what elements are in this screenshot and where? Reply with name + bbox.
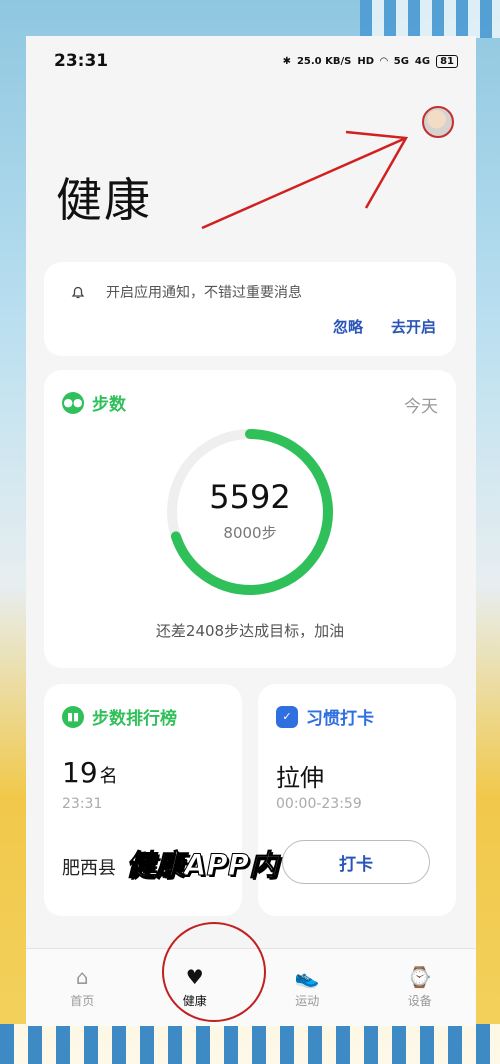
status-bar: 23:31 ✱ 25.0 KB/S HD ◠ 5G 4G 81 [26, 36, 476, 86]
habit-time: 00:00-23:59 [276, 796, 362, 812]
hd-badge: HD [357, 55, 375, 67]
annotation-circle [162, 922, 266, 1022]
calendar-check-icon: ✓ [276, 705, 298, 728]
bar-chart-icon: ▮▮ [62, 705, 84, 728]
steps-title: 步数 [92, 395, 126, 415]
overlay-caption: 健康APP内 [126, 848, 279, 883]
signal-4g: 4G [414, 55, 431, 67]
notification-card: 开启应用通知，不错过重要消息 忽略 去开启 [44, 262, 456, 356]
nav-sport[interactable]: 👟 运动 [251, 949, 364, 1026]
wifi-icon: ◠ [380, 55, 388, 67]
shoe-icon: 👟 [294, 964, 320, 989]
nav-device[interactable]: ⌚ 设备 [364, 949, 477, 1026]
period-selector[interactable]: 今天 [404, 392, 438, 417]
habit-title: 习惯打卡 [306, 709, 374, 729]
status-icons: ✱ 25.0 KB/S HD ◠ 5G 4G 81 [282, 54, 458, 68]
footprint-icon: ●● [62, 391, 84, 414]
bell-icon [71, 286, 85, 299]
nav-label: 设备 [407, 993, 432, 1008]
rank-unit: 名 [99, 766, 118, 787]
nav-label: 运动 [295, 993, 320, 1008]
steps-tip: 还差2408步达成目标，加油 [155, 622, 345, 640]
steps-count: 5592 [209, 478, 291, 516]
home-icon: ⌂ [75, 964, 89, 989]
steps-goal: 8000步 [223, 524, 277, 542]
annotation-arrow [201, 130, 409, 230]
net-speed: 25.0 KB/S [296, 55, 352, 67]
bluetooth-icon: ✱ [282, 55, 291, 67]
steps-card[interactable]: ●● 步数 今天 5592 8000步 还差2408步达成目标，加油 [44, 370, 456, 668]
notification-text: 开启应用通知，不错过重要消息 [106, 285, 302, 301]
watch-icon: ⌚ [407, 964, 433, 989]
nav-home[interactable]: ⌂ 首页 [26, 949, 139, 1026]
rank-area: 肥西县 [62, 858, 116, 879]
phone-screen: 23:31 ✱ 25.0 KB/S HD ◠ 5G 4G 81 健康 开启应用通… [26, 36, 476, 1026]
rank-time: 23:31 [62, 796, 103, 812]
signal-5g: 5G [393, 55, 409, 67]
battery-indicator: 81 [436, 54, 458, 68]
ignore-button[interactable]: 忽略 [333, 316, 363, 337]
habit-card[interactable]: ✓ 习惯打卡 拉伸 00:00-23:59 打卡 [258, 684, 456, 916]
background-decoration-top [360, 0, 500, 38]
status-time: 23:31 [54, 51, 109, 71]
rank-number: 19 [62, 756, 98, 789]
check-in-button[interactable]: 打卡 [282, 840, 430, 884]
page-title: 健康 [56, 173, 152, 227]
background-decoration-bottom [0, 1024, 500, 1064]
nav-label: 首页 [70, 993, 95, 1008]
avatar[interactable] [422, 106, 454, 138]
habit-name: 拉伸 [276, 764, 324, 792]
ranking-title: 步数排行榜 [92, 709, 177, 729]
enable-notification-button[interactable]: 去开启 [391, 316, 436, 337]
